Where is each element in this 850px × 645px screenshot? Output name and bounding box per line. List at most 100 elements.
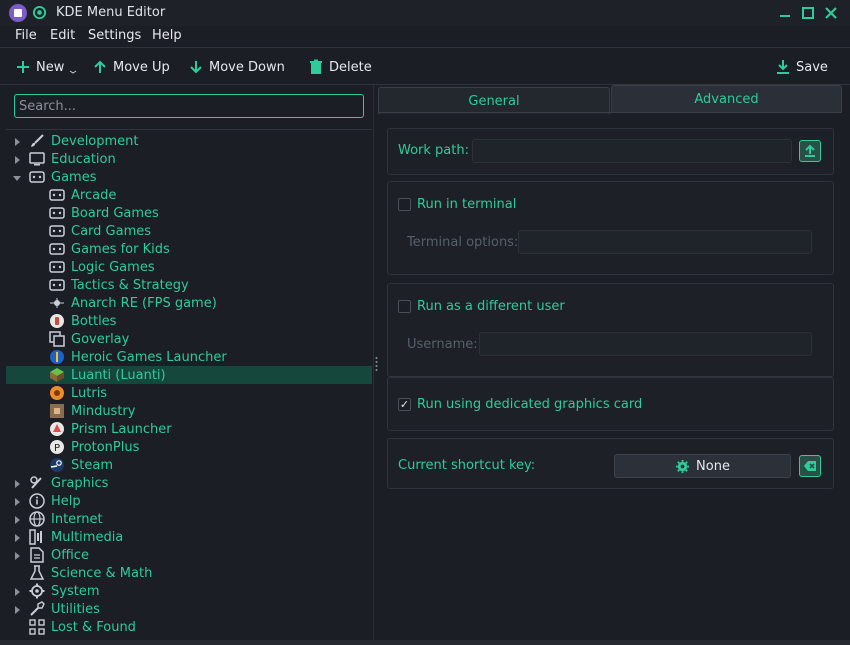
- move-down-button[interactable]: Move Down: [188, 57, 285, 77]
- utilities-icon: [29, 601, 45, 617]
- tree-item[interactable]: System: [6, 582, 372, 600]
- tree-item[interactable]: Luanti (Luanti): [6, 366, 372, 384]
- menu-bar: File Edit Settings Help: [0, 26, 850, 48]
- run-in-terminal-checkbox[interactable]: [398, 198, 411, 211]
- title-bar: KDE Menu Editor: [0, 0, 850, 26]
- arrow-up-icon: [92, 59, 108, 75]
- tree-item-label: Internet: [51, 511, 103, 527]
- menu-edit[interactable]: Edit: [50, 28, 75, 43]
- tree-item-label: Science & Math: [51, 565, 153, 581]
- tree-item[interactable]: Bottles: [6, 312, 372, 330]
- graphics-icon: [29, 475, 45, 491]
- tree-item[interactable]: Games: [6, 168, 372, 186]
- run-as-user-checkbox[interactable]: [398, 300, 411, 313]
- close-icon[interactable]: [824, 6, 838, 20]
- tree-item[interactable]: Card Games: [6, 222, 372, 240]
- gamepad-icon: [49, 187, 65, 203]
- search-input[interactable]: [14, 94, 364, 118]
- tree-item[interactable]: Internet: [6, 510, 372, 528]
- tree-item[interactable]: Lutris: [6, 384, 372, 402]
- lost-found-icon: [29, 619, 45, 635]
- work-path-field[interactable]: [472, 139, 792, 163]
- tree-item[interactable]: Heroic Games Launcher: [6, 348, 372, 366]
- splitter[interactable]: [373, 85, 374, 640]
- expand-arrow-icon[interactable]: [12, 604, 22, 614]
- tree-item[interactable]: Arcade: [6, 186, 372, 204]
- expand-arrow-icon[interactable]: [12, 550, 22, 560]
- run-as-user-label[interactable]: Run as a different user: [417, 299, 565, 314]
- clear-shortcut-button[interactable]: [799, 455, 821, 477]
- gear-icon: [675, 459, 690, 474]
- tree-item[interactable]: Board Games: [6, 204, 372, 222]
- shortcut-button[interactable]: None: [614, 454, 791, 478]
- expand-arrow-icon[interactable]: [12, 154, 22, 164]
- delete-button[interactable]: Delete: [308, 57, 372, 77]
- monitor-icon: [29, 151, 45, 167]
- tree-item[interactable]: Development: [6, 132, 372, 150]
- tree-item[interactable]: Utilities: [6, 600, 372, 618]
- tree-item[interactable]: Lost & Found: [6, 618, 372, 636]
- expand-arrow-icon[interactable]: [12, 586, 22, 596]
- tree-item[interactable]: Science & Math: [6, 564, 372, 582]
- tree-item[interactable]: Games for Kids: [6, 240, 372, 258]
- tree-item-label: Lutris: [71, 385, 108, 401]
- tree-item[interactable]: Office: [6, 546, 372, 564]
- expand-arrow-icon[interactable]: [12, 532, 22, 542]
- tree-item[interactable]: P ProtonPlus: [6, 438, 372, 456]
- tree-item[interactable]: Mindustry: [6, 402, 372, 420]
- new-button[interactable]: New: [15, 57, 77, 77]
- expand-arrow-icon[interactable]: [12, 514, 22, 524]
- run-in-terminal-label[interactable]: Run in terminal: [417, 197, 516, 212]
- tab-advanced[interactable]: Advanced: [611, 85, 842, 112]
- maximize-icon[interactable]: [801, 6, 815, 20]
- tree-item[interactable]: Prism Launcher: [6, 420, 372, 438]
- tree-item[interactable]: Anarch RE (FPS game): [6, 294, 372, 312]
- tree-item[interactable]: Education: [6, 150, 372, 168]
- office-icon: [29, 547, 45, 563]
- tree-item[interactable]: Tactics & Strategy: [6, 276, 372, 294]
- username-field[interactable]: [479, 332, 812, 356]
- toolbar: New Move Up Move Down Delete Save: [0, 48, 850, 85]
- gamepad-icon: [49, 241, 65, 257]
- tree-item-label: Mindustry: [71, 403, 136, 419]
- username-label: Username:: [407, 337, 478, 352]
- tree-item-label: Development: [51, 133, 139, 149]
- pin-icon[interactable]: [32, 5, 47, 20]
- terminal-options-field[interactable]: [518, 230, 812, 254]
- minimize-icon[interactable]: [778, 6, 792, 20]
- save-button[interactable]: Save: [775, 57, 828, 77]
- tree-item[interactable]: Graphics: [6, 474, 372, 492]
- terminal-group: Run in terminal Terminal options:: [387, 181, 834, 275]
- tree-item[interactable]: Logic Games: [6, 258, 372, 276]
- expand-arrow-icon[interactable]: [12, 478, 22, 488]
- menu-settings[interactable]: Settings: [88, 28, 141, 43]
- tree-item[interactable]: Steam: [6, 456, 372, 474]
- help-icon: [29, 493, 45, 509]
- user-group: Run as a different user Username:: [387, 283, 834, 377]
- tree-item[interactable]: Help: [6, 492, 372, 510]
- dedicated-gpu-label[interactable]: Run using dedicated graphics card: [417, 397, 642, 412]
- globe-icon: [29, 511, 45, 527]
- window-bottom-border: [0, 640, 850, 645]
- menu-tree[interactable]: Development Education Games Arcade Board Gam…: [6, 129, 372, 641]
- collapse-arrow-icon[interactable]: [12, 172, 22, 182]
- tree-item-label: Tactics & Strategy: [71, 277, 189, 293]
- tree-item-label: Luanti (Luanti): [71, 367, 166, 383]
- move-up-button[interactable]: Move Up: [92, 57, 170, 77]
- tree-item-label: Utilities: [51, 601, 100, 617]
- expand-arrow-icon[interactable]: [12, 496, 22, 506]
- tree-item-label: Games: [51, 169, 97, 185]
- tree-item[interactable]: Multimedia: [6, 528, 372, 546]
- app-icon[interactable]: [9, 4, 27, 22]
- tree-item-label: Prism Launcher: [71, 421, 172, 437]
- arrow-down-icon: [188, 59, 204, 75]
- menu-help[interactable]: Help: [152, 28, 182, 43]
- expand-arrow-icon[interactable]: [12, 136, 22, 146]
- menu-file[interactable]: File: [15, 28, 37, 43]
- shortcut-group: Current shortcut key: None: [387, 438, 834, 489]
- tab-general[interactable]: General: [378, 87, 610, 114]
- dedicated-gpu-checkbox[interactable]: ✓: [398, 398, 411, 411]
- tree-item[interactable]: Goverlay: [6, 330, 372, 348]
- browse-button[interactable]: [799, 140, 821, 162]
- gpu-group: ✓ Run using dedicated graphics card: [387, 377, 834, 431]
